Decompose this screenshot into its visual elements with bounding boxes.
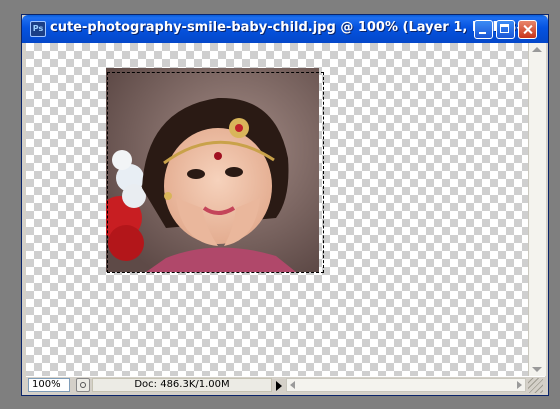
- transparent-canvas[interactable]: [26, 43, 528, 376]
- marquee-selection: [107, 72, 324, 273]
- photoshop-app-icon[interactable]: Ps: [30, 21, 46, 37]
- scroll-left-icon[interactable]: [290, 381, 295, 389]
- title-bar[interactable]: Ps cute-photography-smile-baby-child.jpg…: [22, 15, 548, 43]
- zoom-level-field[interactable]: 100%: [28, 378, 70, 392]
- status-bar: 100% Doc: 486.3K/1.00M: [26, 376, 545, 394]
- arrow-right-icon[interactable]: [276, 381, 282, 391]
- status-menu-icon[interactable]: [76, 378, 90, 392]
- scroll-down-icon[interactable]: [532, 367, 542, 372]
- scroll-up-icon[interactable]: [532, 47, 542, 52]
- document-info: Doc: 486.3K/1.00M: [92, 378, 272, 392]
- window-title: cute-photography-smile-baby-child.jpg @ …: [50, 20, 534, 35]
- minimize-button[interactable]: [474, 20, 493, 39]
- resize-grip-icon[interactable]: [528, 378, 543, 393]
- document-window: Ps cute-photography-smile-baby-child.jpg…: [21, 14, 549, 396]
- maximize-button[interactable]: [496, 20, 515, 39]
- close-button[interactable]: [518, 20, 537, 39]
- scroll-right-icon[interactable]: [517, 381, 522, 389]
- horizontal-scrollbar[interactable]: [286, 378, 526, 392]
- vertical-scrollbar[interactable]: [528, 43, 546, 376]
